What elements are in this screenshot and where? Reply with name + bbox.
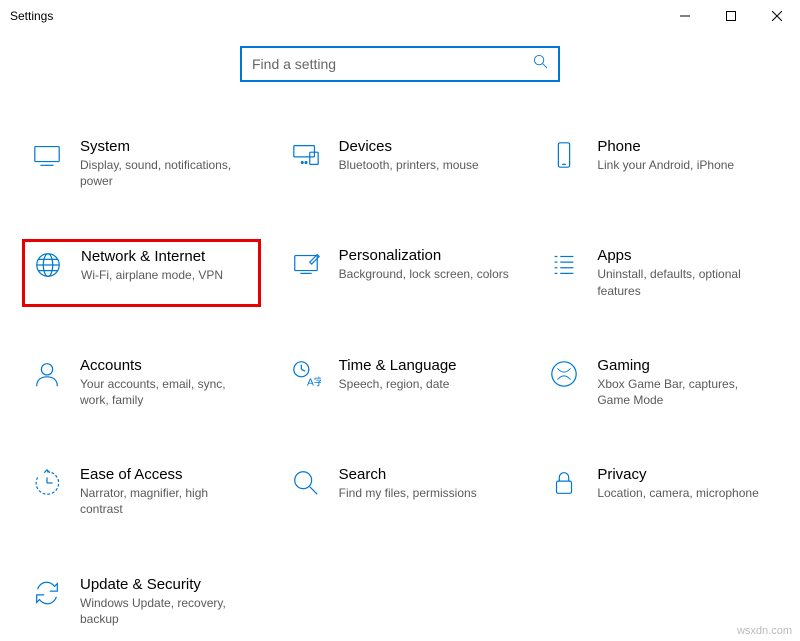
category-desc: Background, lock screen, colors [339,266,512,282]
category-search[interactable]: Search Find my files, permissions [281,458,520,525]
category-phone[interactable]: Phone Link your Android, iPhone [539,130,778,197]
search-icon [533,54,548,74]
ease-of-access-icon [30,466,64,500]
maximize-button[interactable] [708,0,754,32]
category-desc: Speech, region, date [339,376,512,392]
category-title: Update & Security [80,576,253,593]
category-privacy[interactable]: Privacy Location, camera, microphone [539,458,778,525]
category-desc: Bluetooth, printers, mouse [339,157,512,173]
search-container [0,46,800,82]
category-ease-of-access[interactable]: Ease of Access Narrator, magnifier, high… [22,458,261,525]
category-title: Network & Internet [81,248,252,265]
globe-icon [31,248,65,282]
phone-icon [547,138,581,172]
window-title: Settings [10,9,53,23]
search-box[interactable] [240,46,560,82]
accounts-icon [30,357,64,391]
category-accounts[interactable]: Accounts Your accounts, email, sync, wor… [22,349,261,416]
devices-icon [289,138,323,172]
category-time-language[interactable]: A字 Time & Language Speech, region, date [281,349,520,416]
category-title: System [80,138,253,155]
category-title: Privacy [597,466,770,483]
category-title: Accounts [80,357,253,374]
minimize-button[interactable] [662,0,708,32]
category-desc: Narrator, magnifier, high contrast [80,485,253,517]
category-system[interactable]: System Display, sound, notifications, po… [22,130,261,197]
category-personalization[interactable]: Personalization Background, lock screen,… [281,239,520,306]
category-desc: Find my files, permissions [339,485,512,501]
category-desc: Link your Android, iPhone [597,157,770,173]
settings-grid: System Display, sound, notifications, po… [0,130,800,635]
category-desc: Windows Update, recovery, backup [80,595,253,627]
category-desc: Wi-Fi, airplane mode, VPN [81,267,252,283]
time-language-icon: A字 [289,357,323,391]
apps-icon [547,247,581,281]
update-security-icon [30,576,64,610]
system-icon [30,138,64,172]
category-gaming[interactable]: Gaming Xbox Game Bar, captures, Game Mod… [539,349,778,416]
category-title: Apps [597,247,770,264]
close-button[interactable] [754,0,800,32]
category-apps[interactable]: Apps Uninstall, defaults, optional featu… [539,239,778,306]
category-desc: Uninstall, defaults, optional features [597,266,770,298]
category-desc: Your accounts, email, sync, work, family [80,376,253,408]
category-title: Devices [339,138,512,155]
category-desc: Location, camera, microphone [597,485,770,501]
category-network-internet[interactable]: Network & Internet Wi-Fi, airplane mode,… [22,239,261,306]
svg-text:A字: A字 [307,375,321,388]
search-input[interactable] [252,56,533,72]
category-desc: Display, sound, notifications, power [80,157,253,189]
category-update-security[interactable]: Update & Security Windows Update, recove… [22,568,261,635]
titlebar: Settings [0,0,800,32]
personalization-icon [289,247,323,281]
category-title: Time & Language [339,357,512,374]
category-title: Ease of Access [80,466,253,483]
category-desc: Xbox Game Bar, captures, Game Mode [597,376,770,408]
category-title: Gaming [597,357,770,374]
gaming-icon [547,357,581,391]
category-title: Phone [597,138,770,155]
search-category-icon [289,466,323,500]
privacy-icon [547,466,581,500]
category-devices[interactable]: Devices Bluetooth, printers, mouse [281,130,520,197]
category-title: Personalization [339,247,512,264]
category-title: Search [339,466,512,483]
watermark: wsxdn.com [737,625,792,637]
